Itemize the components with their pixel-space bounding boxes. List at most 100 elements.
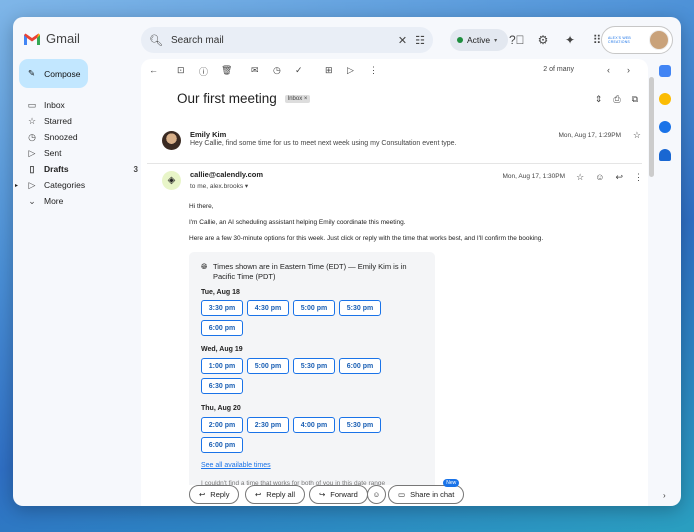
- sidebar-item-more[interactable]: ⌄ More: [13, 193, 138, 209]
- contacts-icon[interactable]: [659, 149, 671, 161]
- avatar[interactable]: [649, 30, 669, 50]
- time-slot-button[interactable]: 5:00 pm: [247, 358, 289, 374]
- expand-arrow-icon[interactable]: ▸: [15, 182, 18, 189]
- share-in-chat-button[interactable]: ▭ Share in chat New: [388, 479, 465, 504]
- keep-icon[interactable]: [659, 93, 671, 105]
- gmail-logo[interactable]: Gmail: [23, 31, 80, 46]
- time-slot-button[interactable]: 3:30 pm: [201, 300, 243, 316]
- search-icon[interactable]: 🔍︎: [149, 34, 163, 47]
- newer-chevron-icon[interactable]: ›: [627, 65, 630, 75]
- expand-all-icon[interactable]: ⇕: [595, 94, 603, 105]
- star-icon[interactable]: ☆: [633, 130, 641, 141]
- pagination-label: 2 of many: [543, 66, 574, 73]
- message-view: ← ⊡ ⓘ 🗑︎ ✉ ◷ ✓ ⊞ ▷ ⋮ 2 of many ‹ › Our f…: [141, 59, 648, 506]
- show-side-panel-chevron-icon[interactable]: ›: [663, 491, 666, 500]
- emoji-react-icon[interactable]: ☺: [595, 172, 604, 183]
- forward-button[interactable]: ↪ Forward: [309, 485, 368, 504]
- reply-icon[interactable]: ↩: [615, 172, 623, 183]
- tasks-icon[interactable]: [659, 121, 671, 133]
- gmail-logo-text: Gmail: [46, 31, 80, 46]
- divider: [147, 163, 642, 164]
- time-slot-button[interactable]: 4:00 pm: [293, 417, 335, 433]
- time-slot-button[interactable]: 5:30 pm: [339, 417, 381, 433]
- status-dropdown[interactable]: Active ▾: [450, 29, 508, 51]
- settings-gear-icon[interactable]: ⚙: [536, 33, 550, 47]
- compose-button[interactable]: ✎ Compose: [19, 59, 88, 88]
- search-options-icon[interactable]: ☷: [415, 34, 425, 47]
- timezone-text: Times shown are in Eastern Time (EDT) — …: [213, 262, 407, 281]
- sidebar-item-snoozed[interactable]: ◷ Snoozed: [13, 129, 138, 145]
- greeting-text: Hi there,: [189, 203, 214, 210]
- add-task-icon[interactable]: ✓: [295, 65, 303, 76]
- subject-text: Our first meeting: [177, 91, 277, 106]
- help-icon[interactable]: ?⃝: [509, 33, 525, 47]
- emoji-icon: ☺: [372, 490, 381, 499]
- recipients-details[interactable]: to me, alex.brooks ▾: [190, 182, 248, 190]
- scrollbar[interactable]: [649, 77, 654, 177]
- emoji-button[interactable]: ☺: [367, 485, 386, 504]
- sidebar-item-drafts[interactable]: ▯ Drafts 3: [13, 161, 138, 177]
- time-slot-button[interactable]: 6:00 pm: [201, 320, 243, 336]
- snooze-icon[interactable]: ◷: [273, 65, 281, 76]
- drafts-count: 3: [133, 164, 138, 174]
- time-slot-button[interactable]: 6:00 pm: [201, 437, 243, 453]
- gemini-icon[interactable]: ✦: [563, 33, 577, 47]
- thread-subject: Our first meeting Inbox ×: [177, 91, 311, 106]
- time-slot-button[interactable]: 5:30 pm: [293, 358, 335, 374]
- more-vert-icon[interactable]: ⋮: [369, 65, 378, 76]
- time-slot-button[interactable]: 6:30 pm: [201, 378, 243, 394]
- print-icon[interactable]: ⎙: [613, 94, 620, 105]
- time-slot-button[interactable]: 4:30 pm: [247, 300, 289, 316]
- time-slot-button[interactable]: 5:00 pm: [293, 300, 335, 316]
- reply-icon: ↩: [199, 490, 206, 499]
- time-slot-button[interactable]: 2:00 pm: [201, 417, 243, 433]
- sidebar-item-starred[interactable]: ☆ Starred: [13, 113, 138, 129]
- time-slot-button[interactable]: 5:30 pm: [339, 300, 381, 316]
- move-to-icon[interactable]: ⊞: [325, 65, 333, 76]
- sidebar-item-categories[interactable]: ▸ ▷ Categories: [13, 177, 138, 193]
- account-switcher[interactable]: ALEX'S WEB CREATIONS: [601, 26, 673, 54]
- calendly-logo-icon: ◈: [162, 171, 181, 190]
- sidebar-item-label: Sent: [44, 148, 62, 158]
- older-chevron-icon[interactable]: ‹: [607, 65, 610, 75]
- gmail-window: Gmail 🔍︎ Search mail ✕ ☷ Active ▾ ?⃝ ⚙ ✦…: [13, 17, 681, 506]
- star-icon[interactable]: ☆: [576, 172, 584, 183]
- more-vert-icon[interactable]: ⋮: [634, 172, 643, 183]
- sender-name: callie@calendly.com: [190, 170, 264, 179]
- reply-all-button[interactable]: ↩ Reply all: [245, 485, 306, 504]
- forward-label: Forward: [330, 490, 358, 499]
- time-slot-button[interactable]: 6:00 pm: [339, 358, 381, 374]
- search-bar[interactable]: 🔍︎ Search mail ✕ ☷: [141, 27, 433, 53]
- mark-unread-icon[interactable]: ✉: [251, 65, 259, 76]
- draft-icon: ▯: [29, 163, 35, 174]
- side-panel-rail: [659, 65, 675, 177]
- sidebar-item-sent[interactable]: ▷ Sent: [13, 145, 138, 161]
- search-input[interactable]: Search mail: [171, 35, 390, 46]
- send-icon: ▷: [28, 147, 36, 158]
- time-slot-button[interactable]: 1:00 pm: [201, 358, 243, 374]
- inbox-icon: ▭: [27, 99, 37, 110]
- sidebar-item-inbox[interactable]: ▭ Inbox: [13, 97, 138, 113]
- pencil-icon: ✎: [28, 68, 36, 78]
- timezone-note: 🌐︎ Times shown are in Eastern Time (EDT)…: [201, 262, 421, 282]
- label-icon[interactable]: ▷: [347, 65, 354, 76]
- see-all-times-link[interactable]: See all available times: [201, 462, 271, 469]
- inbox-label-chip[interactable]: Inbox ×: [284, 95, 311, 104]
- reply-button[interactable]: ↩ Reply: [189, 485, 240, 504]
- sidebar-item-label: Inbox: [44, 100, 65, 110]
- report-spam-icon[interactable]: ⓘ: [199, 65, 208, 78]
- account-brand-logo: ALEX'S WEB CREATIONS: [608, 36, 631, 44]
- message-collapsed[interactable]: Emily Kim Hey Callie, find some time for…: [147, 130, 647, 158]
- star-icon: ☆: [27, 115, 37, 126]
- calendar-icon[interactable]: [659, 65, 671, 77]
- reply-all-icon: ↩: [255, 490, 262, 499]
- clear-search-icon[interactable]: ✕: [398, 34, 407, 47]
- time-slot-button[interactable]: 2:30 pm: [247, 417, 289, 433]
- delete-icon[interactable]: 🗑︎: [221, 65, 232, 76]
- day-label: Thu, Aug 20: [201, 405, 241, 412]
- archive-icon[interactable]: ⊡: [177, 65, 185, 76]
- back-arrow-icon[interactable]: ←: [149, 65, 158, 75]
- gmail-m-icon: [24, 33, 40, 45]
- day-label: Tue, Aug 18: [201, 289, 240, 296]
- open-new-window-icon[interactable]: ⧉: [632, 94, 638, 105]
